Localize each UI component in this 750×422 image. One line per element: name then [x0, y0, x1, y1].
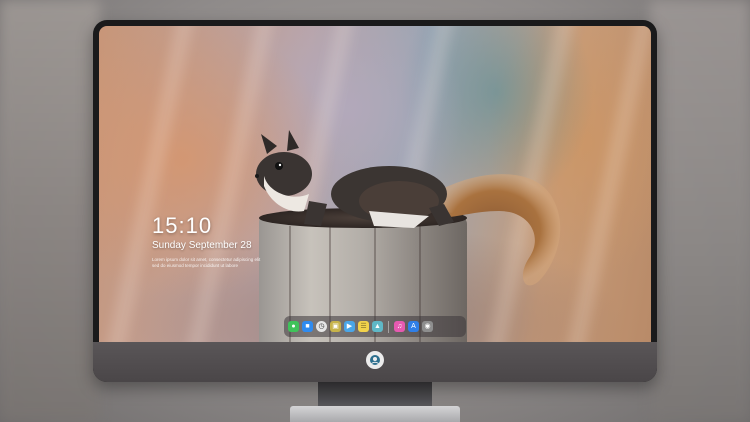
monitor-chin: [93, 342, 657, 382]
messages-icon[interactable]: ●: [288, 321, 299, 332]
squirrel-image: [255, 130, 561, 286]
dock-separator: [388, 320, 389, 333]
video-icon[interactable]: ▶: [344, 321, 355, 332]
lock-screen-note: Lorem ipsum dolor sit amet, consectetur …: [152, 257, 261, 268]
logo-icon: [366, 351, 384, 369]
monitor-stand-base: [290, 406, 460, 422]
lock-screen-clock: 15:10: [152, 213, 213, 238]
monitor-stand-neck: [318, 382, 432, 408]
app-store-icon[interactable]: A: [408, 321, 419, 332]
gallery-icon[interactable]: ▲: [372, 321, 383, 332]
dock: ● ■ ◷ ▣ ▶ ☰ ▲ ♫ A ◉: [284, 316, 466, 337]
music-icon[interactable]: ♫: [394, 321, 405, 332]
desktop-screen: 15:10 Sunday September 28 Lorem ipsum do…: [99, 26, 651, 358]
monitor: 15:10 Sunday September 28 Lorem ipsum do…: [93, 20, 657, 382]
camera-icon[interactable]: ◉: [422, 321, 433, 332]
backdrop-blur-left: [0, 0, 100, 422]
lock-screen-date: Sunday September 28: [152, 240, 252, 251]
clock-icon[interactable]: ◷: [316, 321, 327, 332]
photo-viewer-icon[interactable]: ▣: [330, 321, 341, 332]
files-icon[interactable]: ■: [302, 321, 313, 332]
backdrop-blur-right: [650, 0, 750, 422]
notes-icon[interactable]: ☰: [358, 321, 369, 332]
